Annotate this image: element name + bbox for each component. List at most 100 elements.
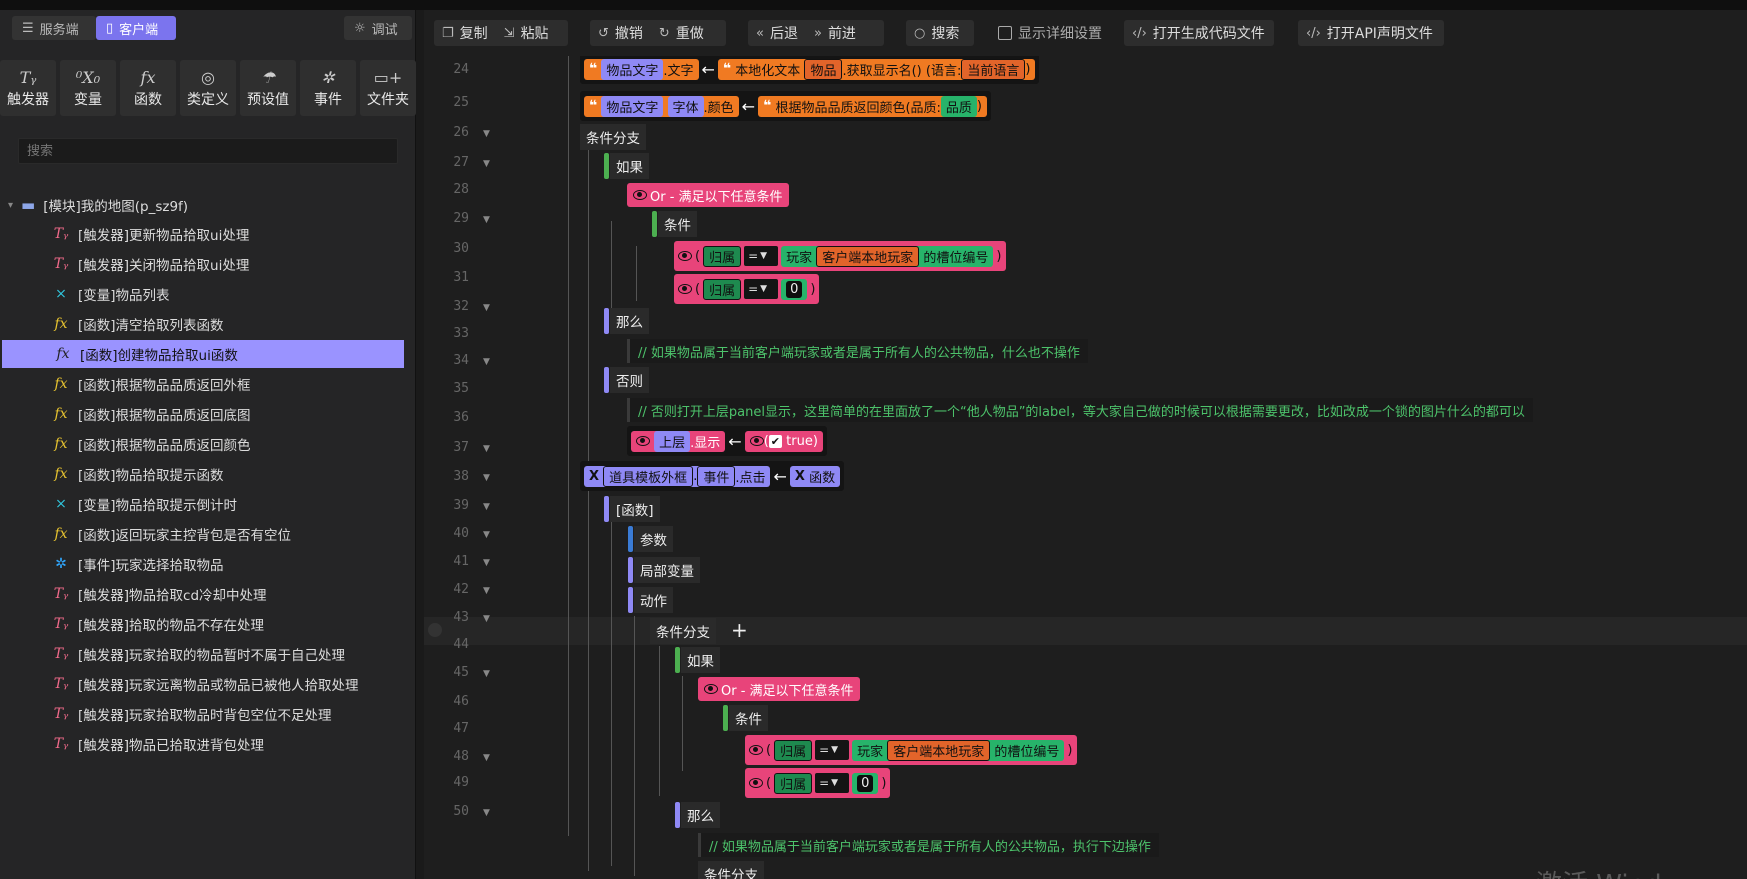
search-button[interactable]: ○ 搜索 [906,20,974,46]
checkbox-checked-icon[interactable]: ✔ [768,434,782,448]
var-pill[interactable]: 字体 [667,95,704,117]
player-block[interactable]: 玩家 客户端本地玩家 的槽位编号 [781,245,994,267]
or-node[interactable]: Or - 满足以下任意条件 [627,183,789,207]
var-pill[interactable]: 物品文字 [601,95,664,117]
tree-item[interactable]: Tᵧ [触发器]玩家拾取物品时背包空位不足处理 [0,700,404,728]
tree-item[interactable]: Tᵧ [触发器]物品已拾取进背包处理 [0,730,404,758]
number-value[interactable]: 0 [857,774,874,792]
tab-server[interactable]: ☰ 服务端 [12,16,96,40]
tree-item[interactable]: ⨯ [变量]物品列表 [0,280,404,308]
string-block[interactable]: ❝ 物品文字 .文字 [584,58,699,80]
comment-line[interactable]: // 如果物品属于当前客户端玩家或者是属于所有人的公共物品，什么也不操作 [627,339,1088,363]
assign-node[interactable]: ❝ 物品文字 字体 .颜色 ← ❝ 根据物品品质返回颜色(品质: 品质) [580,91,991,121]
var-pill[interactable]: 上层 [654,430,691,452]
string-block[interactable]: ❝ 根据物品品质返回颜色(品质: 品质) [758,95,987,117]
fold-arrow-icon[interactable]: ▼ [483,669,490,679]
open-codegen-button[interactable]: ‹/› 打开生成代码文件 [1124,20,1274,46]
comment-line[interactable]: // 否则打开上层panel显示，这里简单的在里面放了一个“他人物品”的labe… [627,398,1533,422]
func-block[interactable]: X 函数 [789,465,841,487]
eye-icon[interactable] [749,745,763,755]
back-button[interactable]: 后退 [770,23,798,43]
function-keyword[interactable]: [函数] [610,496,660,522]
event-assign-node[interactable]: X 道具模板外框. 事件 .点击 ← X 函数 [580,461,845,491]
arg-pill[interactable]: 品质 [940,95,977,117]
branch-keyword[interactable]: 条件分支 [698,861,764,879]
else-keyword[interactable]: 否则 [610,367,649,393]
tree-item[interactable]: Tᵧ [触发器]玩家拾取的物品暂时不属于自己处理 [0,640,404,668]
number-block[interactable]: 0 [852,772,879,794]
toolbox-variable[interactable]: ⁰X₀ 变量 [60,60,116,116]
operator-select[interactable]: = ▼ [815,773,850,793]
fold-arrow-icon[interactable]: ▼ [483,444,490,454]
tree-item[interactable]: fx [函数]根据物品品质返回底图 [0,400,404,428]
bool-block[interactable]: (✔ true) [744,430,823,452]
fold-arrow-icon[interactable]: ▼ [483,586,490,596]
number-block[interactable]: 0 [781,278,808,300]
undo-button[interactable]: 撤销 [615,23,643,43]
operator-select[interactable]: = ▼ [744,246,779,266]
var-pill[interactable]: 道具模板外框 [603,465,694,487]
paste-button[interactable]: 粘贴 [521,23,549,43]
toolbox-class[interactable]: ◎ 类定义 [180,60,236,116]
owner-pill[interactable]: 归属 [703,245,742,267]
or-node[interactable]: Or - 满足以下任意条件 [698,677,860,701]
var-pill[interactable]: 事件 [697,465,736,487]
if-keyword[interactable]: 如果 [610,153,649,179]
fold-arrow-icon[interactable]: ▼ [483,303,490,313]
then-keyword[interactable]: 那么 [610,308,649,334]
params-keyword[interactable]: 参数 [634,526,673,552]
compare-node[interactable]: ( 归属 = ▼ 0 ) [745,768,891,798]
ui-block[interactable]: 上层 .显示 [631,430,726,452]
tree-item[interactable]: fx [函数]根据物品品质返回外框 [0,370,404,398]
forward-button[interactable]: 前进 [828,23,856,43]
string-block[interactable]: ❝ 物品文字 字体 .颜色 [584,95,739,117]
player-block[interactable]: 玩家 客户端本地玩家 的槽位编号 [852,739,1065,761]
debug-button[interactable]: ☼ 调试 [344,16,412,40]
fold-arrow-icon[interactable]: ▼ [483,129,490,139]
operator-select[interactable]: = ▼ [815,740,850,760]
fold-arrow-icon[interactable]: ▼ [483,614,490,624]
toolbox-trigger[interactable]: Tᵧ 触发器 [0,60,56,116]
comment-line[interactable]: // 如果物品属于当前客户端玩家或者是属于所有人的公共物品，执行下边操作 [698,833,1159,857]
owner-pill[interactable]: 归属 [774,772,813,794]
fold-arrow-icon[interactable]: ▼ [483,215,490,225]
tree-root-module[interactable]: ▾ ▬ [模块]我的地图(p_sz9f) [8,193,188,217]
compare-node[interactable]: ( 归属 = ▼ 玩家 客户端本地玩家 的槽位编号 ) [674,241,1006,271]
tree-item[interactable]: Tᵧ [触发器]物品拾取cd冷却中处理 [0,580,404,608]
tree-item[interactable]: fx [函数]根据物品品质返回颜色 [0,430,404,458]
toolbox-event[interactable]: ✲ 事件 [300,60,356,116]
eye-icon[interactable] [749,778,763,788]
tree-item[interactable]: fx [函数]创建物品拾取ui函数 [2,340,404,368]
compare-node[interactable]: ( 归属 = ▼ 玩家 客户端本地玩家 的槽位编号 ) [745,735,1077,765]
eye-icon[interactable] [633,190,647,200]
actions-keyword[interactable]: 动作 [634,587,673,613]
fold-arrow-icon[interactable]: ▼ [483,473,490,483]
fold-arrow-icon[interactable]: ▼ [483,808,490,818]
panel-divider[interactable] [416,10,424,879]
toolbox-folder[interactable]: ▭+ 文件夹 [360,60,416,116]
code-editor[interactable]: 24 25 26 ▼ 27 ▼ 28 29 ▼ 30 31 32 ▼ 33 34 ▼ 35 36 37 ▼ 38 ▼ 39 ▼… [424,56,1747,879]
tree-item[interactable]: fx [函数]物品拾取提示函数 [0,460,404,488]
fold-arrow-icon[interactable]: ▼ [483,502,490,512]
toolbox-preset[interactable]: ☂ 预设值 [240,60,296,116]
fold-arrow-icon[interactable]: ▼ [483,558,490,568]
toolbox-function[interactable]: fx 函数 [120,60,176,116]
locals-keyword[interactable]: 局部变量 [634,557,700,583]
then-keyword[interactable]: 那么 [681,802,720,828]
condition-keyword[interactable]: 条件 [729,705,768,731]
arg-pill[interactable]: 物品 [804,58,843,80]
assign-node[interactable]: 上层 .显示 ← (✔ true) [627,426,827,456]
var-block[interactable]: X 道具模板外框. 事件 .点击 [584,465,771,487]
chevron-down-icon[interactable]: ▾ [8,200,13,211]
owner-pill[interactable]: 归属 [703,278,742,300]
var-pill[interactable]: 物品文字 [601,58,664,80]
copy-button[interactable]: 复制 [460,23,488,43]
tree-item[interactable]: fx [函数]清空拾取列表函数 [0,310,404,338]
assign-node[interactable]: ❝ 物品文字 .文字 ← ❝ 本地化文本 物品 .获取显示名() (语言: 当前语言) [580,56,1040,84]
eye-icon[interactable] [678,284,692,294]
fold-arrow-icon[interactable]: ▼ [483,357,490,367]
branch-keyword[interactable]: 条件分支 [580,124,646,150]
add-icon[interactable]: + [731,618,748,642]
number-value[interactable]: 0 [786,280,803,298]
operator-select[interactable]: = ▼ [744,279,779,299]
